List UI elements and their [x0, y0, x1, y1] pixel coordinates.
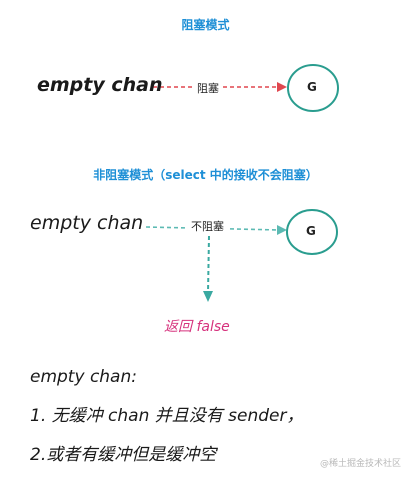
goroutine-label-1: G [307, 80, 317, 94]
goroutine-label-2: G [306, 224, 316, 238]
blocking-arrowhead [277, 82, 287, 92]
return-arrowhead [203, 291, 213, 302]
empty-chan-label-1: empty chan [37, 74, 163, 96]
return-false-label: 返回 false [164, 319, 230, 335]
nonblocking-arrowhead [277, 225, 287, 235]
nonblocking-edge-label: 不阻塞 [188, 218, 227, 234]
nonblocking-mode-title: 非阻塞模式（select 中的接收不会阻塞） [93, 168, 318, 182]
watermark: @稀土掘金技术社区 [320, 459, 402, 469]
blocking-mode-title: 阻塞模式 [181, 18, 230, 32]
note-line-3: 2.或者有缓冲但是缓冲空 [30, 445, 217, 465]
blocking-edge-label: 阻塞 [194, 80, 222, 96]
note-line-1: empty chan: [30, 367, 137, 387]
return-edge [207, 235, 210, 294]
empty-chan-label-2: empty chan [30, 212, 144, 234]
note-line-2: 1. 无缓冲 chan 并且没有 sender， [30, 406, 304, 426]
